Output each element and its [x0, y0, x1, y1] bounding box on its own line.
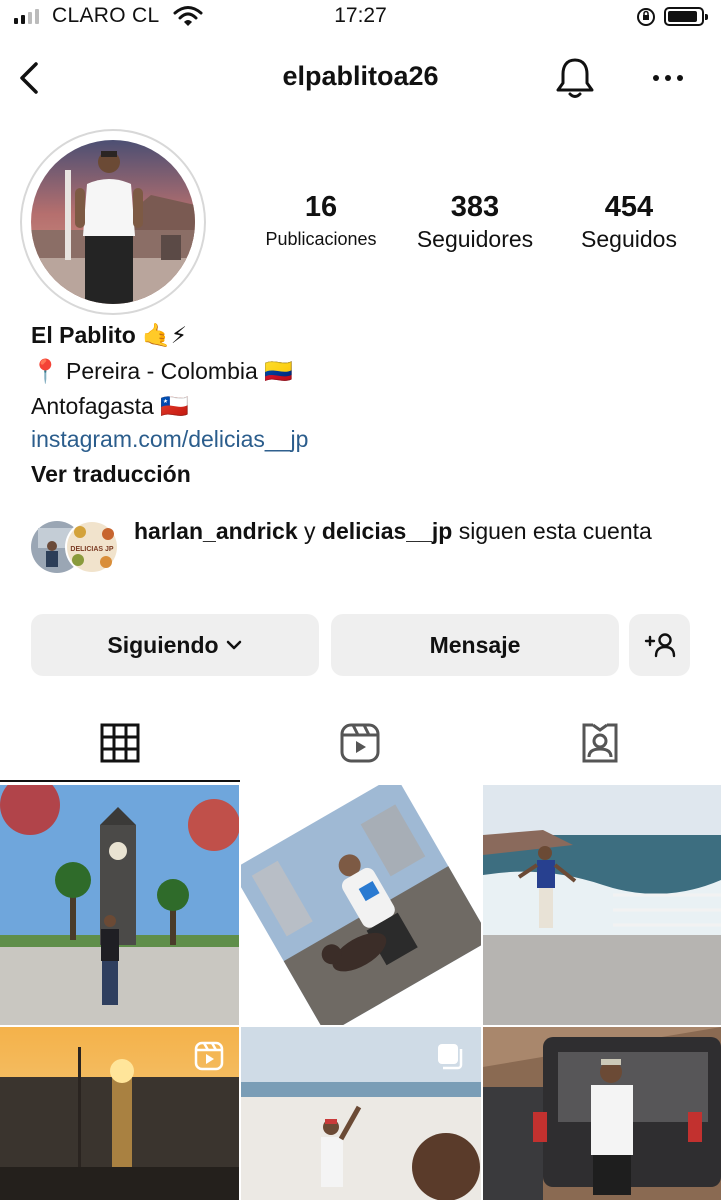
- add-user-button[interactable]: [629, 614, 690, 676]
- mutual-suffix: siguen esta cuenta: [458, 518, 652, 544]
- bell-icon[interactable]: [552, 55, 598, 101]
- following-button[interactable]: Siguiendo: [31, 614, 319, 676]
- more-icon[interactable]: [648, 58, 688, 98]
- mutual-followers-text[interactable]: harlan_andrick y delicias__jp siguen est…: [134, 514, 694, 549]
- mutual-user-1[interactable]: harlan_andrick: [134, 518, 298, 544]
- profile-tabs: [0, 705, 721, 783]
- stat-followers[interactable]: 383 Seguidores: [402, 190, 548, 254]
- bio-city: Antofagasta 🇨🇱: [31, 393, 189, 420]
- message-button[interactable]: Mensaje: [331, 614, 619, 676]
- message-button-label: Mensaje: [429, 631, 521, 658]
- mutual-avatars[interactable]: DELICIAS JP: [30, 518, 122, 576]
- bio-city-text: Antofagasta: [31, 393, 154, 419]
- bio-location: 📍 Pereira - Colombia 🇨🇴: [31, 358, 293, 385]
- active-tab-indicator: [0, 780, 240, 782]
- colombia-flag-icon: 🇨🇴: [264, 358, 293, 384]
- following-button-label: Siguiendo: [107, 631, 219, 658]
- location-pin-icon: 📍: [31, 358, 60, 384]
- chevron-down-icon: [226, 640, 241, 650]
- stat-following-value: 454: [604, 191, 654, 223]
- mutual-user-2[interactable]: delicias__jp: [322, 518, 452, 544]
- stat-posts-value: 16: [304, 191, 338, 223]
- reels-icon: [340, 723, 380, 763]
- bio-location-text: Pereira - Colombia: [66, 358, 258, 384]
- post-tile[interactable]: [0, 1027, 239, 1200]
- stat-followers-value: 383: [450, 191, 500, 223]
- grid-icon: [100, 723, 140, 763]
- battery-icon: [664, 7, 708, 26]
- post-tile[interactable]: [483, 1027, 721, 1200]
- reel-icon: [194, 1041, 224, 1071]
- post-tile[interactable]: [483, 785, 721, 1025]
- stat-followers-label: Seguidores: [416, 226, 534, 252]
- post-tile[interactable]: [241, 1027, 481, 1200]
- tagged-icon: [582, 723, 618, 763]
- delicias-logo-text: DELICIAS JP: [70, 546, 114, 553]
- add-user-icon: [644, 633, 675, 658]
- chile-flag-icon: 🇨🇱: [160, 393, 189, 419]
- stat-following[interactable]: 454 Seguidos: [564, 190, 694, 254]
- tab-posts[interactable]: [0, 705, 240, 781]
- stat-posts[interactable]: 16 Publicaciones: [250, 190, 392, 254]
- post-tile[interactable]: [0, 785, 239, 1025]
- bio-name-emoji: 🤙⚡: [142, 322, 187, 348]
- bio-name-text: El Pablito: [31, 322, 136, 348]
- mutual-connector: y: [304, 518, 316, 544]
- status-bar: CLARO CL 17:27: [0, 0, 721, 34]
- bio-link[interactable]: instagram.com/delicias__jp: [31, 426, 308, 453]
- stat-following-label: Seguidos: [581, 226, 677, 252]
- tab-tagged[interactable]: [480, 705, 720, 781]
- post-tile[interactable]: [241, 785, 481, 1025]
- profile-username: elpablitoa26: [282, 61, 439, 91]
- carousel-icon: [438, 1044, 463, 1070]
- stat-posts-label: Publicaciones: [265, 229, 377, 249]
- translate-link[interactable]: Ver traducción: [31, 461, 191, 488]
- tab-reels[interactable]: [240, 705, 480, 781]
- bio-name: El Pablito 🤙⚡: [31, 322, 187, 349]
- clock-time: 17:27: [334, 4, 387, 27]
- avatar[interactable]: [31, 140, 195, 304]
- orientation-lock-icon: [637, 8, 655, 26]
